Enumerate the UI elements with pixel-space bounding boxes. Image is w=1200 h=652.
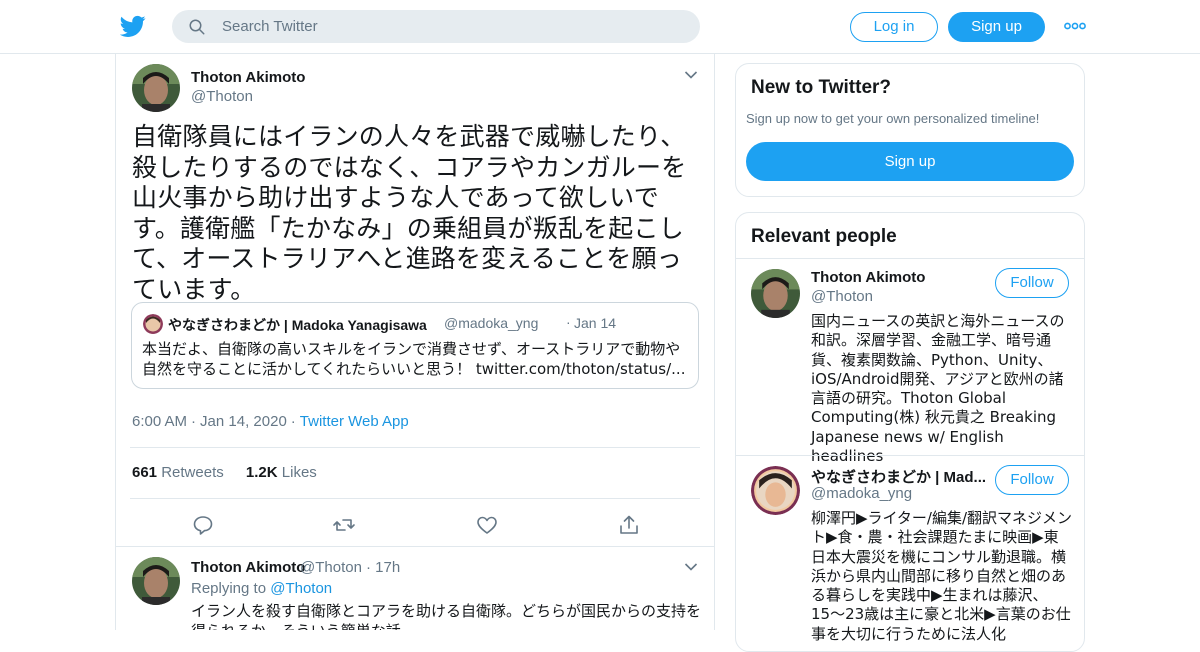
quoted-author-avatar: [143, 314, 163, 334]
reply-timestamp[interactable]: · 17h: [366, 559, 400, 576]
replying-to: Replying to @Thoton: [191, 580, 332, 597]
replying-to-label: Replying to: [191, 580, 267, 597]
card-title: Relevant people: [751, 226, 897, 247]
reply-author-avatar[interactable]: [132, 557, 180, 605]
separator-dot: ·: [290, 413, 296, 430]
tweet-date[interactable]: Jan 14, 2020: [200, 413, 287, 430]
follow-button[interactable]: Follow: [995, 465, 1069, 495]
retweets-count: 661: [132, 464, 158, 481]
share-icon[interactable]: [617, 513, 641, 537]
reply-text: イラン人を殺す自衛隊とコアラを助ける自衛隊。どちらが国民からの支持を得られるか。…: [191, 602, 702, 630]
twitter-bird-logo-icon[interactable]: [120, 13, 146, 39]
likes-stat[interactable]: 1.2K Likes: [246, 464, 317, 481]
retweet-icon[interactable]: [332, 513, 356, 537]
card-title: New to Twitter?: [751, 77, 892, 98]
person-avatar[interactable]: [751, 269, 800, 318]
login-button[interactable]: Log in: [850, 12, 938, 42]
person-bio: 柳澤円▶ライター/編集/翻訳マネジメント▶食・農・社会課題たまに映画▶東日本大震…: [811, 509, 1073, 643]
search-icon: [189, 19, 205, 35]
divider: [130, 447, 700, 448]
chevron-down-icon[interactable]: [684, 562, 698, 572]
tweet-metadata: 6:00 AM · Jan 14, 2020 · Twitter Web App: [132, 413, 409, 430]
follow-button[interactable]: Follow: [995, 268, 1069, 298]
divider: [116, 546, 714, 547]
person-name[interactable]: やなぎさわまどか | Mad...: [811, 466, 991, 487]
person-bio: 国内ニュースの英訳と海外ニュースの和訳。深層学習、金融工学、暗号通貨、複素関数論…: [811, 312, 1065, 466]
retweets-label: Retweets: [161, 464, 224, 481]
quoted-tweet[interactable]: やなぎさわまどか | Madoka Yanagisawa @madoka_yng…: [131, 302, 699, 389]
tweet-source-link[interactable]: Twitter Web App: [300, 413, 409, 430]
author-avatar[interactable]: [132, 64, 180, 112]
tweet-text: 自衛隊員にはイランの人々を武器で威嚇したり、殺したりするのではなく、コアラやカン…: [132, 122, 687, 304]
reply-icon[interactable]: [191, 513, 215, 537]
top-navigation-bar: Log in Sign up: [0, 0, 1200, 54]
person-photo-icon: [751, 466, 800, 515]
search-bar: [172, 10, 700, 43]
separator-dot: ·: [566, 314, 571, 330]
replying-to-mention-link[interactable]: @Thoton: [270, 580, 332, 597]
person-avatar[interactable]: [751, 466, 800, 515]
person-handle[interactable]: @Thoton: [811, 288, 873, 305]
retweets-stat[interactable]: 661 Retweets: [132, 464, 224, 481]
divider: [736, 455, 1084, 456]
chevron-down-icon[interactable]: [684, 70, 698, 80]
person-photo-icon: [143, 314, 163, 334]
signup-button[interactable]: Sign up: [948, 12, 1045, 42]
like-icon[interactable]: [475, 513, 499, 537]
sidebar-signup-button[interactable]: Sign up: [746, 142, 1074, 181]
quoted-author-handle: @madoka_yng: [444, 315, 539, 331]
person-name[interactable]: Thoton Akimoto: [811, 269, 991, 286]
person-handle[interactable]: @madoka_yng: [811, 485, 912, 502]
new-to-twitter-card: New to Twitter? Sign up now to get your …: [735, 63, 1085, 197]
reply-author-handle[interactable]: @Thoton: [300, 559, 362, 576]
quoted-timestamp: Jan 14: [574, 315, 617, 331]
likes-label: Likes: [281, 464, 317, 481]
author-handle[interactable]: @Thoton: [191, 88, 253, 105]
person-photo-icon: [751, 269, 800, 318]
reply-author-name[interactable]: Thoton Akimoto: [191, 559, 305, 576]
tweet-column: Thoton Akimoto @Thoton 自衛隊員にはイランの人々を武器で威…: [115, 54, 715, 630]
person-photo-icon: [132, 64, 180, 112]
search-input[interactable]: [222, 10, 682, 43]
more-options-icon[interactable]: [1064, 18, 1086, 34]
card-subtitle: Sign up now to get your own personalized…: [746, 111, 1040, 126]
author-name[interactable]: Thoton Akimoto: [191, 69, 305, 86]
separator-dot: ·: [191, 413, 197, 430]
tweet-stats: 661 Retweets 1.2K Likes: [132, 464, 317, 481]
quoted-author-name: やなぎさわまどか | Madoka Yanagisawa: [168, 317, 427, 333]
divider: [130, 498, 700, 499]
relevant-people-card: Relevant people Thoton Akimoto @Thoton F…: [735, 212, 1085, 652]
tweet-time[interactable]: 6:00 AM: [132, 413, 187, 430]
person-photo-icon: [132, 557, 180, 605]
tweet-actions: [116, 510, 714, 540]
quoted-tweet-text: 本当だよ、自衛隊の高いスキルをイランで消費させず、オーストラリアで動物や自然を守…: [142, 340, 686, 378]
likes-count: 1.2K: [245, 464, 278, 481]
divider: [736, 258, 1084, 259]
